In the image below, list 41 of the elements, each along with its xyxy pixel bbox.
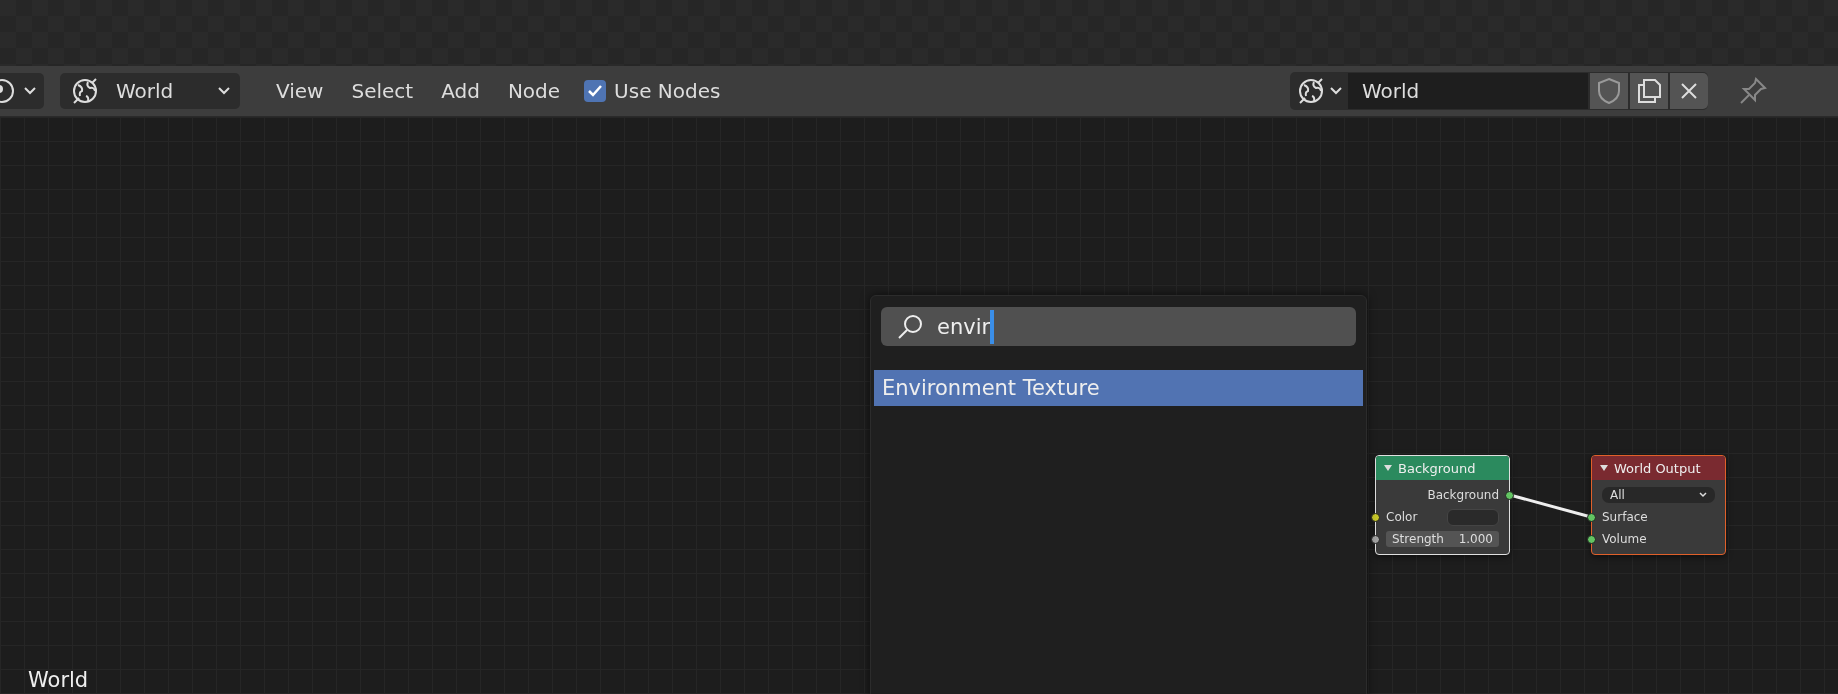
- node-header: Background: [1376, 456, 1509, 480]
- socket-label: Color: [1386, 510, 1418, 524]
- socket-dot[interactable]: [1587, 534, 1596, 544]
- world-icon: [70, 76, 100, 106]
- checkbox[interactable]: [584, 80, 607, 102]
- value-field[interactable]: Strength 1.000: [1386, 531, 1499, 547]
- copy-icon: [1635, 77, 1663, 105]
- menu-item[interactable]: Add: [427, 73, 494, 109]
- checkbox-label: Use Nodes: [614, 79, 721, 103]
- menu-item[interactable]: Node: [493, 73, 575, 109]
- socket-dot[interactable]: [1371, 512, 1380, 522]
- search-icon: [897, 313, 923, 340]
- color-swatch-field[interactable]: [1447, 508, 1499, 526]
- caret-icon: [1699, 492, 1707, 498]
- search-result[interactable]: Environment Texture: [874, 370, 1363, 406]
- socket-dot[interactable]: [1505, 490, 1514, 500]
- editor-type-button[interactable]: [0, 73, 44, 109]
- search-field[interactable]: envir: [881, 307, 1356, 346]
- socket-dot[interactable]: [1587, 512, 1596, 522]
- close-icon: [1680, 82, 1698, 100]
- world-name-field[interactable]: World: [1348, 73, 1588, 109]
- world-dropdown[interactable]: World: [60, 73, 240, 109]
- menu-item[interactable]: Select: [337, 73, 428, 109]
- duplicate-button[interactable]: [1630, 73, 1668, 109]
- target-dropdown[interactable]: All: [1602, 487, 1715, 503]
- view-label: World: [28, 668, 89, 692]
- caret-icon: [1330, 87, 1342, 95]
- caret-icon: [218, 87, 230, 95]
- socket-label: Surface: [1602, 510, 1648, 524]
- menu-item[interactable]: View: [262, 73, 338, 109]
- checkmark-icon: [587, 83, 604, 99]
- unlink-button[interactable]: [1670, 73, 1708, 109]
- caret-icon: [24, 87, 36, 95]
- socket-label: Background: [1427, 488, 1499, 502]
- pin-icon[interactable]: [1738, 76, 1768, 106]
- world-icon: [1296, 76, 1326, 106]
- fake-user-button[interactable]: [1590, 73, 1628, 109]
- socket-dot[interactable]: [1371, 534, 1380, 544]
- shield-icon: [1597, 77, 1621, 105]
- socket-label: Volume: [1602, 532, 1647, 546]
- node-header: World Output: [1592, 456, 1725, 480]
